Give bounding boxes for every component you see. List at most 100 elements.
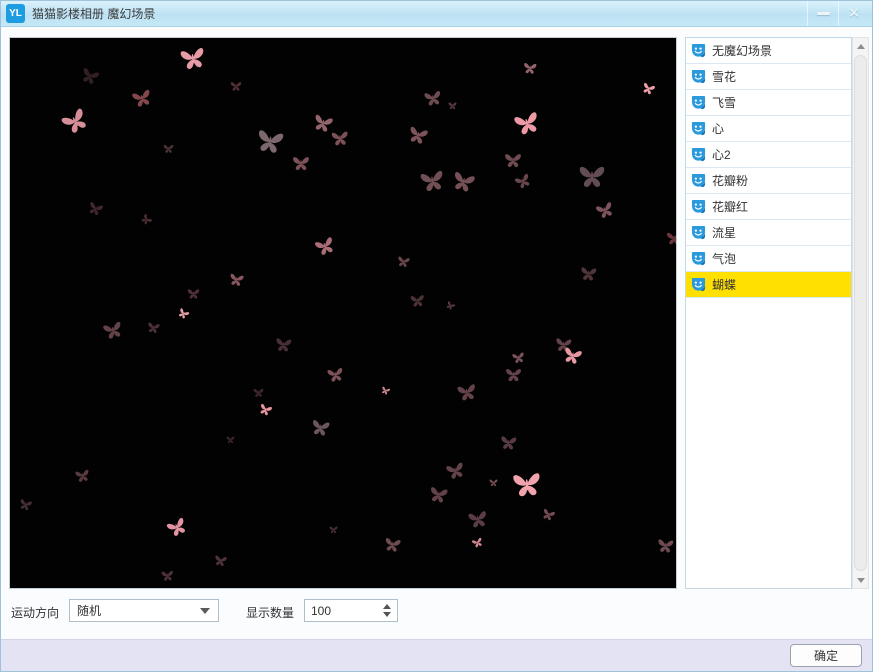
butterfly bbox=[180, 48, 204, 69]
butterfly bbox=[166, 517, 185, 536]
butterfly bbox=[446, 300, 455, 310]
butterfly bbox=[230, 82, 242, 91]
scene-list-item[interactable]: 无魔幻场景 bbox=[686, 38, 851, 64]
butterfly bbox=[500, 435, 516, 449]
scene-item-label: 无魔幻场景 bbox=[712, 44, 773, 58]
scene-list-item[interactable]: 花瓣红 bbox=[686, 194, 851, 220]
mask-icon bbox=[691, 199, 706, 214]
butterfly bbox=[89, 201, 103, 215]
butterfly bbox=[163, 144, 173, 153]
butterfly bbox=[514, 173, 530, 189]
scroll-up-button[interactable] bbox=[853, 38, 868, 54]
butterfly bbox=[565, 347, 582, 364]
butterfly bbox=[471, 537, 482, 547]
scene-list-item[interactable]: 心2 bbox=[686, 142, 851, 168]
spin-up-icon[interactable] bbox=[383, 604, 391, 609]
butterfly bbox=[293, 157, 309, 171]
scroll-up-icon bbox=[856, 43, 865, 49]
butterfly bbox=[543, 508, 555, 520]
scroll-down-button[interactable] bbox=[853, 572, 868, 588]
spin-down-icon[interactable] bbox=[383, 612, 391, 617]
butterfly bbox=[445, 462, 462, 479]
count-spinner[interactable] bbox=[304, 599, 398, 622]
butterfly bbox=[61, 108, 86, 133]
butterfly bbox=[430, 486, 447, 503]
spinner-buttons bbox=[383, 604, 397, 617]
butterfly bbox=[147, 322, 160, 333]
butterfly bbox=[595, 202, 612, 218]
butterfly bbox=[448, 102, 456, 109]
scene-list-item[interactable]: 心 bbox=[686, 116, 851, 142]
butterfly bbox=[187, 288, 199, 299]
ok-button[interactable]: 确定 bbox=[790, 644, 862, 667]
butterfly bbox=[381, 386, 390, 394]
butterfly bbox=[230, 273, 244, 286]
mask-icon bbox=[691, 225, 706, 240]
count-input[interactable] bbox=[305, 600, 383, 621]
scene-list: 无魔幻场景雪花飞雪心心2 花瓣粉 花瓣红流星气泡蝴蝶 bbox=[685, 37, 852, 589]
mask-icon bbox=[691, 251, 706, 266]
close-icon: ✕ bbox=[847, 5, 861, 22]
count-label: 显示数量 bbox=[246, 606, 295, 620]
butterfly bbox=[420, 170, 442, 191]
butterfly bbox=[259, 130, 284, 153]
butterfly bbox=[514, 112, 537, 135]
butterfly bbox=[253, 388, 263, 397]
mask-icon bbox=[691, 121, 706, 136]
butterfly bbox=[505, 154, 521, 168]
butterfly bbox=[657, 538, 673, 552]
butterfly bbox=[643, 82, 655, 94]
butterfly bbox=[511, 352, 524, 363]
butterfly bbox=[260, 403, 272, 415]
scene-item-label: 雪花 bbox=[712, 70, 737, 84]
close-button[interactable]: ✕ bbox=[838, 1, 869, 26]
preview-canvas bbox=[9, 37, 677, 589]
butterfly bbox=[410, 294, 424, 307]
butterfly bbox=[397, 256, 410, 267]
mask-icon bbox=[691, 173, 706, 188]
direction-select[interactable]: 随机 bbox=[69, 599, 219, 622]
dialog-window: YL 猫猫影楼相册 魔幻场景 ✕ 无魔幻场景雪花飞雪心心2 花瓣粉 花瓣红流星气泡蝴… bbox=[0, 0, 873, 672]
scrollbar-thumb[interactable] bbox=[854, 55, 867, 571]
scene-list-item[interactable]: 蝴蝶 bbox=[686, 272, 851, 298]
butterfly bbox=[74, 469, 88, 482]
app-icon: YL bbox=[6, 4, 25, 23]
footer-bar: 确定 bbox=[1, 639, 872, 671]
scene-list-item[interactable]: 气泡 bbox=[686, 246, 851, 272]
title-bar: YL 猫猫影楼相册 魔幻场景 ✕ bbox=[1, 1, 872, 27]
scene-list-item[interactable]: 飞雪 bbox=[686, 90, 851, 116]
butterfly bbox=[178, 307, 189, 318]
butterfly bbox=[410, 126, 428, 144]
butterfly bbox=[579, 166, 605, 187]
butterfly bbox=[326, 367, 342, 382]
butterfly bbox=[315, 114, 333, 132]
window-title: 猫猫影楼相册 魔幻场景 bbox=[32, 7, 156, 21]
butterfly bbox=[141, 213, 152, 224]
direction-label: 运动方向 bbox=[11, 606, 60, 620]
butterfly bbox=[226, 436, 234, 443]
butterfly bbox=[331, 131, 348, 146]
minimize-icon bbox=[816, 12, 830, 15]
scene-list-item[interactable]: 流星 bbox=[686, 220, 851, 246]
direction-selected-value: 随机 bbox=[77, 604, 102, 618]
scene-list-item[interactable]: 雪花 bbox=[686, 64, 851, 90]
mask-icon bbox=[691, 147, 706, 162]
butterfly bbox=[214, 555, 227, 566]
butterfly bbox=[385, 537, 401, 552]
scene-list-scrollbar[interactable] bbox=[852, 37, 869, 589]
butterfly bbox=[666, 232, 676, 245]
scene-item-label: 流星 bbox=[712, 226, 737, 240]
scene-item-label: 气泡 bbox=[712, 252, 737, 266]
scene-item-label: 蝴蝶 bbox=[712, 278, 737, 292]
butterfly bbox=[20, 498, 32, 510]
scene-list-item[interactable]: 花瓣粉 bbox=[686, 168, 851, 194]
butterfly bbox=[457, 384, 475, 401]
butterfly bbox=[489, 479, 497, 486]
scene-item-label: 心 bbox=[712, 122, 725, 136]
mask-icon bbox=[691, 43, 706, 58]
butterfly bbox=[513, 473, 540, 497]
minimize-button[interactable] bbox=[807, 1, 838, 26]
mask-icon bbox=[691, 277, 706, 292]
butterfly bbox=[312, 419, 329, 436]
butterfly bbox=[103, 321, 121, 339]
